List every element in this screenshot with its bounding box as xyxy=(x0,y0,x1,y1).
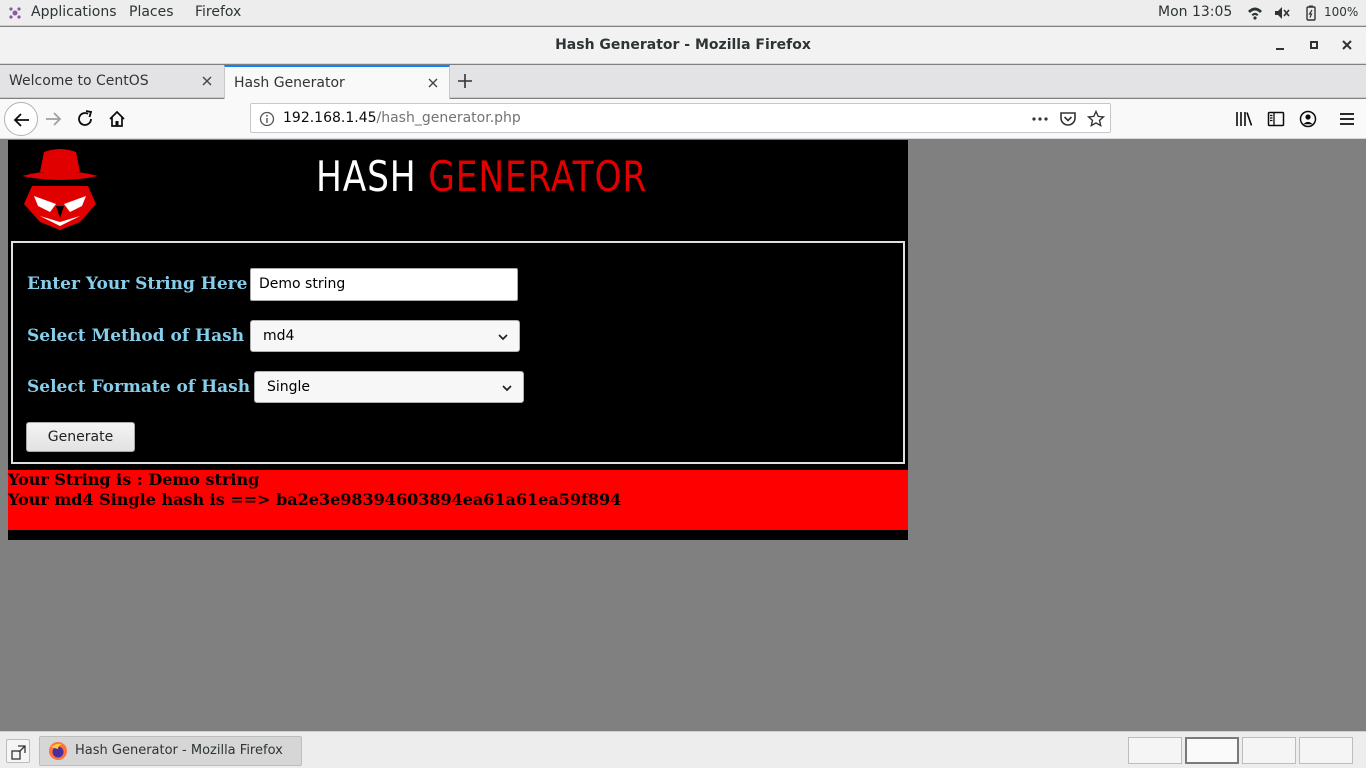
firefox-menu[interactable]: Firefox xyxy=(195,4,241,20)
string-label: Enter Your String Here : xyxy=(27,274,260,294)
web-content-area: HASH GENERATOR Enter Your String Here : … xyxy=(0,140,1366,731)
wifi-icon[interactable] xyxy=(1247,5,1263,21)
navigation-toolbar: 192.168.1.45/hash_generator.php xyxy=(0,99,1366,139)
reload-icon[interactable] xyxy=(75,109,95,129)
close-window-icon[interactable] xyxy=(1338,36,1356,54)
method-label: Select Method of Hash : xyxy=(27,326,257,346)
banner-word-generator: GENERATOR xyxy=(428,152,648,201)
tab-hash-generator[interactable]: Hash Generator xyxy=(224,65,450,99)
workspace-4[interactable] xyxy=(1299,737,1353,764)
home-icon[interactable] xyxy=(107,109,127,129)
gnome-top-bar: Applications Places Firefox Mon 13:05 10… xyxy=(0,0,1366,26)
hash-form: Enter Your String Here : Demo string Sel… xyxy=(11,241,905,464)
string-input[interactable]: Demo string xyxy=(250,268,518,301)
workspace-3[interactable] xyxy=(1242,737,1296,764)
result-hash-line: Your md4 Single hash is ==> ba2e3e983946… xyxy=(8,490,622,509)
result-string-line: Your String is : Demo string xyxy=(8,470,260,489)
format-label: Select Formate of Hash : xyxy=(27,377,263,397)
hacker-logo-icon xyxy=(22,149,98,230)
hash-format-select[interactable]: Single xyxy=(254,371,524,403)
url-host: 192.168.1.45 xyxy=(283,110,377,126)
tab-welcome-centos[interactable]: Welcome to CentOS xyxy=(0,65,224,98)
maximize-icon[interactable] xyxy=(1305,36,1323,54)
volume-muted-icon[interactable] xyxy=(1274,5,1290,21)
tab-strip: Welcome to CentOS Hash Generator xyxy=(0,65,1366,99)
applications-icon xyxy=(9,7,21,19)
show-desktop-button[interactable] xyxy=(6,739,30,763)
account-icon[interactable] xyxy=(1298,109,1318,129)
url-path: /hash_generator.php xyxy=(376,110,521,126)
places-menu[interactable]: Places xyxy=(129,4,174,20)
hash-generator-page: HASH GENERATOR Enter Your String Here : … xyxy=(8,140,908,540)
hash-format-value: Single xyxy=(267,379,311,395)
hash-generator-banner: HASH GENERATOR xyxy=(316,152,647,201)
new-tab-icon[interactable] xyxy=(456,72,474,90)
chevron-down-icon xyxy=(502,385,512,392)
applications-menu[interactable]: Applications xyxy=(31,4,117,20)
clock[interactable]: Mon 13:05 xyxy=(1158,4,1232,20)
tab-label: Hash Generator xyxy=(234,75,345,91)
site-info-icon[interactable] xyxy=(259,111,275,127)
bottom-taskbar: Hash Generator - Mozilla Firefox xyxy=(0,731,1366,768)
window-title-bar: Hash Generator - Mozilla Firefox xyxy=(0,27,1366,64)
firefox-icon xyxy=(49,742,67,760)
bookmark-star-icon[interactable] xyxy=(1087,110,1105,128)
hamburger-menu-icon[interactable] xyxy=(1337,109,1357,129)
hash-method-select[interactable]: md4 xyxy=(250,320,520,352)
show-desktop-icon xyxy=(11,745,26,760)
back-button[interactable] xyxy=(4,102,38,136)
tab-label: Welcome to CentOS xyxy=(9,73,149,89)
hash-result-panel: Your String is : Demo string Your md4 Si… xyxy=(8,470,908,530)
workspace-2[interactable] xyxy=(1185,737,1239,764)
taskbar-firefox-window[interactable]: Hash Generator - Mozilla Firefox xyxy=(39,736,302,766)
page-actions-icon[interactable] xyxy=(1031,110,1049,128)
address-bar[interactable]: 192.168.1.45/hash_generator.php xyxy=(250,103,1111,133)
url-text[interactable]: 192.168.1.45/hash_generator.php xyxy=(283,110,521,126)
back-arrow-icon xyxy=(13,113,29,127)
chevron-down-icon xyxy=(498,334,508,341)
window-title: Hash Generator - Mozilla Firefox xyxy=(555,37,811,53)
close-tab-icon[interactable] xyxy=(427,77,439,89)
banner-word-hash: HASH xyxy=(316,152,417,201)
close-tab-icon[interactable] xyxy=(201,75,213,87)
sidebar-icon[interactable] xyxy=(1266,109,1286,129)
forward-arrow-icon[interactable] xyxy=(43,109,63,129)
battery-icon[interactable] xyxy=(1303,5,1319,21)
taskbar-window-label: Hash Generator - Mozilla Firefox xyxy=(75,743,283,758)
battery-percentage: 100% xyxy=(1324,5,1359,19)
workspace-1[interactable] xyxy=(1128,737,1182,764)
library-icon[interactable] xyxy=(1234,109,1254,129)
pocket-icon[interactable] xyxy=(1059,110,1077,128)
generate-button[interactable]: Generate xyxy=(26,422,135,452)
minimize-icon[interactable] xyxy=(1271,36,1289,54)
hash-method-value: md4 xyxy=(263,328,295,344)
